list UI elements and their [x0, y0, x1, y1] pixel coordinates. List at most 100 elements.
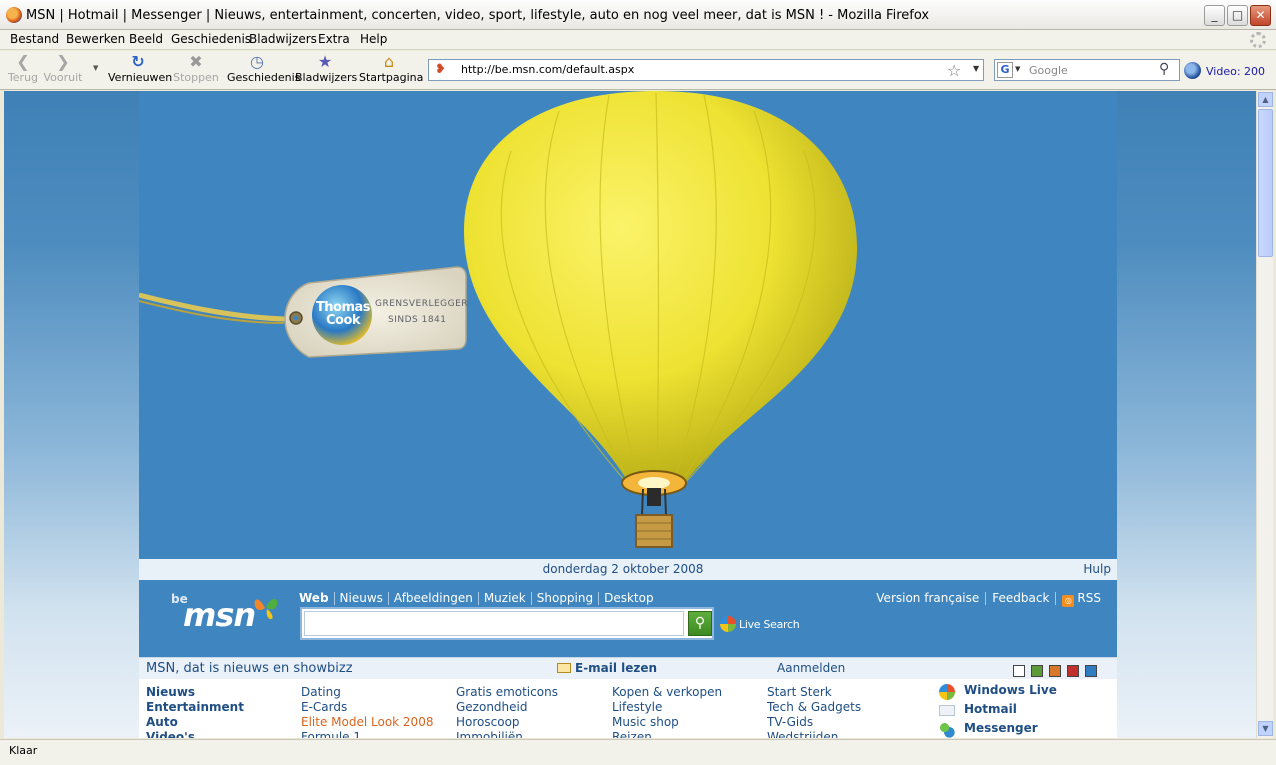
tab-desktop[interactable]: Desktop [599, 592, 659, 605]
address-bar[interactable]: ❥ http://be.msn.com/default.aspx ☆ ▼ [428, 59, 984, 81]
links-column-2: Dating E-Cards Elite Model Look 2008 For… [301, 685, 433, 738]
google-engine-icon[interactable]: G [997, 62, 1013, 78]
live-search-icon [720, 616, 736, 632]
page-tagline: MSN, dat is nieuws en showbizz [146, 661, 353, 676]
windows-live-links: Windows Live Hotmail Messenger [939, 683, 1057, 738]
tag-slogan-line-2: SINDS 1841 [388, 315, 447, 325]
link-dating[interactable]: Dating [301, 685, 433, 700]
menu-bewerken[interactable]: Bewerken [66, 32, 125, 46]
scroll-down-arrow-icon[interactable]: ▼ [1258, 721, 1273, 736]
email-link[interactable]: E-mail lezen [557, 661, 657, 675]
search-placeholder[interactable]: Google [1029, 64, 1068, 77]
hotmail-icon [939, 705, 955, 716]
rss-icon: ◎ [1062, 595, 1075, 607]
menu-help[interactable]: Help [360, 32, 387, 46]
menu-geschiedenis[interactable]: Geschiedenis [171, 32, 251, 46]
theme-red-swatch[interactable] [1067, 665, 1079, 677]
tab-web[interactable]: Web [299, 592, 335, 605]
search-submit-button[interactable]: ⚲ [688, 611, 712, 636]
history-button[interactable]: ◷ Geschiedenis [227, 52, 300, 85]
link-start-sterk[interactable]: Start Sterk [767, 685, 861, 700]
search-bar[interactable]: G ▼ Google ⚲ [994, 59, 1180, 81]
link-music-shop[interactable]: Music shop [612, 715, 722, 730]
tag-brand: Thomas Cook [315, 300, 371, 328]
forward-button[interactable]: ❯ Vooruit [33, 53, 93, 85]
reload-button[interactable]: ↻ Vernieuwen [108, 52, 172, 85]
msn-search-input[interactable] [304, 611, 684, 636]
menu-extra[interactable]: Extra [318, 32, 350, 46]
tab-shopping[interactable]: Shopping [532, 592, 600, 605]
version-francaise-link[interactable]: Version française [870, 592, 987, 605]
close-button[interactable]: ✕ [1250, 5, 1271, 26]
link-reizen[interactable]: Reizen [612, 730, 722, 738]
menu-bladwijzers[interactable]: Bladwijzers [249, 32, 317, 46]
search-icon: ⚲ [694, 615, 706, 631]
link-gezondheid[interactable]: Gezondheid [456, 700, 558, 715]
scrollbar-thumb[interactable] [1258, 109, 1273, 257]
video-link[interactable]: Video: 200 [1184, 62, 1265, 79]
link-wedstrijden[interactable]: Wedstrijden [767, 730, 861, 738]
search-icon[interactable]: ⚲ [1159, 61, 1169, 77]
stop-button[interactable]: ✖ Stoppen [166, 53, 226, 85]
tag-slogan-line-1: GRENSVERLEGGER [375, 299, 469, 309]
menu-bar: Bestand Bewerken Beeld Geschiedenis Blad… [0, 30, 1276, 50]
history-dropdown-icon[interactable]: ▼ [93, 64, 98, 72]
link-nieuws[interactable]: Nieuws [146, 685, 244, 700]
theme-green-swatch[interactable] [1031, 665, 1043, 677]
status-bar: Klaar [0, 739, 1276, 765]
feedback-link[interactable]: Feedback [986, 592, 1057, 605]
link-formule-1[interactable]: Formule 1 [301, 730, 433, 738]
link-lifestyle[interactable]: Lifestyle [612, 700, 722, 715]
link-messenger[interactable]: Messenger [939, 721, 1057, 738]
link-ecards[interactable]: E-Cards [301, 700, 433, 715]
msn-butterfly-logo-icon [254, 598, 278, 620]
theme-white-swatch[interactable] [1013, 665, 1025, 677]
reload-icon: ↻ [131, 52, 145, 71]
messenger-buddy-icon [939, 722, 955, 738]
link-hotmail[interactable]: Hotmail [939, 702, 1057, 721]
engine-dropdown-icon[interactable]: ▼ [1015, 65, 1020, 73]
link-gratis-emoticons[interactable]: Gratis emoticons [456, 685, 558, 700]
tab-nieuws[interactable]: Nieuws [335, 592, 389, 605]
address-url[interactable]: http://be.msn.com/default.aspx [461, 63, 634, 76]
link-immobilien[interactable]: Immobiliën [456, 730, 558, 738]
vertical-scrollbar[interactable]: ▲ ▼ [1256, 91, 1273, 738]
link-tv-gids[interactable]: TV-Gids [767, 715, 861, 730]
home-button[interactable]: ⌂ Startpagina [359, 53, 423, 85]
bookmarks-button[interactable]: ★ Bladwijzers [295, 52, 357, 85]
scroll-up-arrow-icon[interactable]: ▲ [1258, 92, 1273, 107]
envelope-icon [557, 663, 571, 673]
link-horoscoop[interactable]: Horoscoop [456, 715, 558, 730]
link-tech-gadgets[interactable]: Tech & Gadgets [767, 700, 861, 715]
link-kopen-verkopen[interactable]: Kopen & verkopen [612, 685, 722, 700]
hot-air-balloon-illustration [139, 91, 858, 548]
theme-orange-swatch[interactable] [1049, 665, 1061, 677]
msn-logo[interactable]: msn [183, 596, 256, 634]
url-dropdown-icon[interactable]: ▼ [973, 64, 979, 73]
rss-link[interactable]: ◎ RSS [1056, 592, 1101, 607]
link-entertainment[interactable]: Entertainment [146, 700, 244, 715]
search-tabs: Web Nieuws Afbeeldingen Muziek Shopping Deskt… [299, 591, 659, 605]
link-videos[interactable]: Video's [146, 730, 244, 738]
link-windows-live[interactable]: Windows Live [939, 683, 1057, 702]
help-link[interactable]: Hulp [1083, 562, 1111, 576]
hero-advertisement[interactable]: Thomas Cook GRENSVERLEGGER SINDS 1841 [139, 91, 1117, 559]
theme-blue-swatch[interactable] [1085, 665, 1097, 677]
tab-muziek[interactable]: Muziek [479, 592, 532, 605]
minimize-button[interactable]: _ [1204, 5, 1225, 26]
bookmark-icon: ★ [317, 52, 333, 71]
firefox-logo-icon [6, 7, 22, 23]
sign-in-link[interactable]: Aanmelden [777, 661, 845, 675]
live-search-branding[interactable]: Live Search [720, 616, 800, 632]
bookmark-star-icon[interactable]: ☆ [947, 61, 961, 80]
link-elite-model-look[interactable]: Elite Model Look 2008 [301, 715, 433, 730]
msn-page: Thomas Cook GRENSVERLEGGER SINDS 1841 do… [139, 91, 1117, 738]
throbber-icon [1250, 32, 1266, 48]
maximize-button[interactable]: □ [1227, 5, 1248, 26]
clock-icon: ◷ [250, 52, 264, 71]
menu-beeld[interactable]: Beeld [129, 32, 163, 46]
menu-bestand[interactable]: Bestand [10, 32, 59, 46]
link-auto[interactable]: Auto [146, 715, 244, 730]
tab-afbeeldingen[interactable]: Afbeeldingen [389, 592, 479, 605]
msn-header: be msn Web Nieuws Afbeeldingen Muziek Shoppi… [139, 580, 1117, 657]
